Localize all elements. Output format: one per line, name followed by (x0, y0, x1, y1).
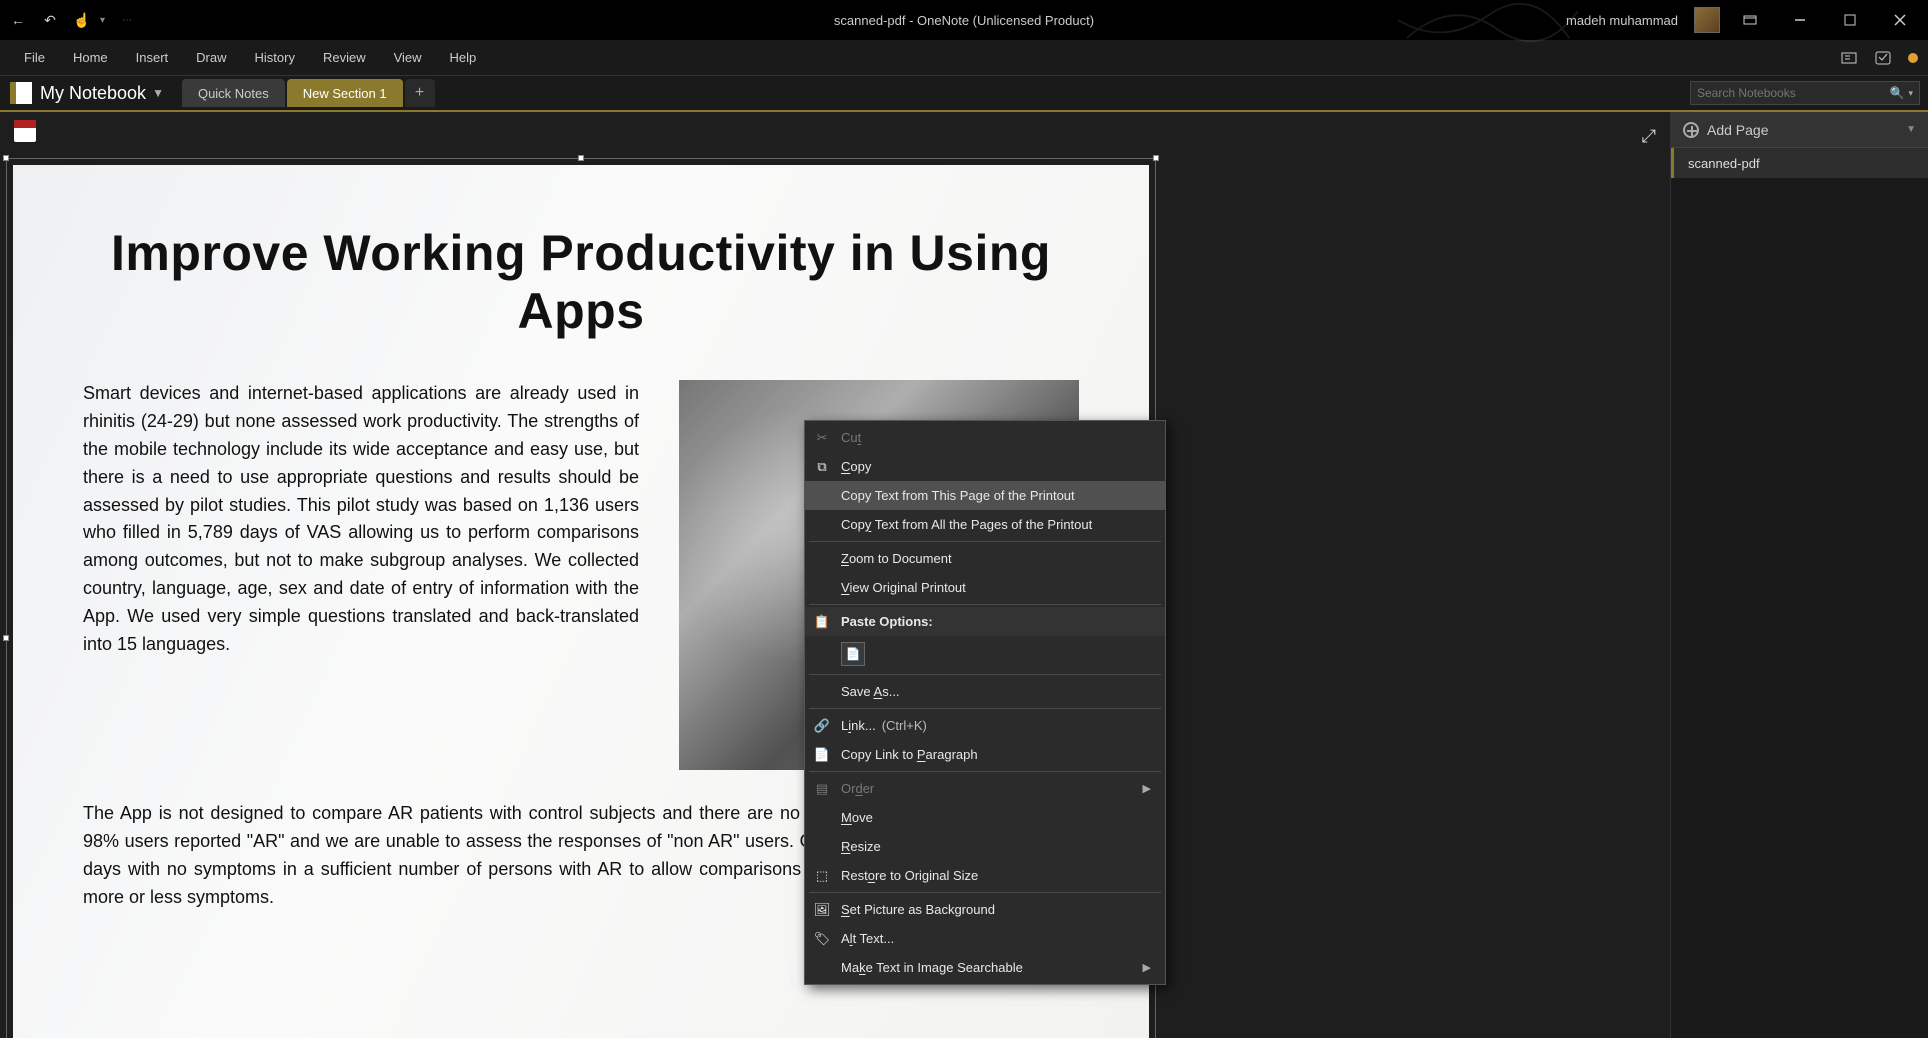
copy-icon: ⧉ (813, 458, 831, 476)
titlebar: ← ↶ ☝ ▾ ⋯ scanned-pdf - OneNote (Unlicen… (0, 0, 1928, 40)
minimize-button[interactable] (1780, 6, 1820, 34)
pdf-attachment-icon[interactable] (14, 120, 36, 142)
ctx-separator (809, 708, 1161, 709)
qat-dropdown-icon[interactable]: ▾ (100, 15, 105, 26)
page-pane: Add Page ▼ scanned-pdf (1670, 112, 1928, 1038)
ribbon-tab-home[interactable]: Home (59, 42, 122, 73)
ctx-set-background[interactable]: 🖼 Set Picture as Background (805, 895, 1165, 924)
ctx-make-searchable[interactable]: Make Text in Image Searchable▶ (805, 953, 1165, 982)
paste-icon: 📋 (813, 613, 831, 631)
submenu-arrow-icon: ▶ (1143, 961, 1151, 974)
link-icon: 🔗 (813, 717, 831, 735)
context-menu: ✂ Cut ⧉ Copy Copy Text from This Page of… (804, 420, 1166, 985)
search-box[interactable]: 🔍 ▾ (1690, 81, 1920, 105)
ctx-order: ▤ Order▶ (805, 774, 1165, 803)
ctx-paste-header: 📋 Paste Options: (805, 607, 1165, 636)
ctx-separator (809, 771, 1161, 772)
doc-heading: Improve Working Productivity in Using Ap… (83, 225, 1079, 340)
alt-text-icon: 🏷 (813, 930, 831, 948)
maximize-button[interactable] (1830, 6, 1870, 34)
resize-handle[interactable] (1153, 155, 1159, 161)
ctx-view-original[interactable]: View Original Printout (805, 573, 1165, 602)
ctx-copy-text-all[interactable]: Copy Text from All the Pages of the Prin… (805, 510, 1165, 539)
qat-overflow-icon[interactable]: ⋯ (117, 10, 137, 30)
touch-mode-button[interactable]: ☝ (72, 10, 92, 30)
add-section-button[interactable]: + (405, 79, 435, 107)
ctx-separator (809, 892, 1161, 893)
paste-keep-formatting-button[interactable]: 📄 (841, 642, 865, 666)
copy-link-icon: 📄 (813, 746, 831, 764)
username-label: madeh muhammad (1566, 13, 1678, 28)
submenu-arrow-icon: ▶ (1143, 782, 1151, 795)
ctx-separator (809, 604, 1161, 605)
ribbon-tab-view[interactable]: View (380, 42, 436, 73)
ribbon-tab-help[interactable]: Help (436, 42, 491, 73)
background-icon: 🖼 (813, 901, 831, 919)
close-button[interactable] (1880, 6, 1920, 34)
undo-button[interactable]: ↶ (40, 10, 60, 30)
page-item-scanned-pdf[interactable]: scanned-pdf (1671, 148, 1928, 178)
resize-handle[interactable] (3, 155, 9, 161)
ribbon-tab-history[interactable]: History (241, 42, 309, 73)
ctx-save-as[interactable]: Save As... (805, 677, 1165, 706)
ribbon-tab-insert[interactable]: Insert (122, 42, 183, 73)
ribbon-tab-file[interactable]: File (10, 42, 59, 73)
ctx-move[interactable]: Move (805, 803, 1165, 832)
window-title: scanned-pdf - OneNote (Unlicensed Produc… (834, 13, 1094, 28)
notebook-bar: My Notebook ▼ Quick Notes New Section 1 … (0, 76, 1928, 112)
search-dropdown-icon[interactable]: ▾ (1908, 88, 1913, 99)
expand-icon[interactable]: ⤢ (1642, 126, 1656, 147)
ctx-copy-text-page[interactable]: Copy Text from This Page of the Printout (805, 481, 1165, 510)
section-tab-quick-notes[interactable]: Quick Notes (182, 79, 285, 107)
ctx-zoom-document[interactable]: Zoom to Document (805, 544, 1165, 573)
send-to-onenote-icon[interactable] (1840, 49, 1858, 67)
back-button[interactable]: ← (8, 10, 28, 30)
ctx-restore-size[interactable]: ⬚ Restore to Original Size (805, 861, 1165, 890)
restore-icon: ⬚ (813, 867, 831, 885)
meeting-notes-icon[interactable] (1874, 49, 1892, 67)
canvas[interactable]: ⤢ Improve Working Productivity in Using … (0, 112, 1670, 1038)
ctx-separator (809, 541, 1161, 542)
ribbon-tab-draw[interactable]: Draw (182, 42, 240, 73)
add-page-icon (1683, 122, 1699, 138)
ctx-link[interactable]: 🔗 Link...(Ctrl+K) (805, 711, 1165, 740)
search-input[interactable] (1697, 86, 1890, 100)
ctx-separator (809, 674, 1161, 675)
notebook-icon (10, 82, 32, 104)
order-icon: ▤ (813, 780, 831, 798)
ctx-copy-link-paragraph[interactable]: 📄 Copy Link to Paragraph (805, 740, 1165, 769)
ctx-resize[interactable]: Resize (805, 832, 1165, 861)
search-icon[interactable]: 🔍 (1890, 86, 1905, 100)
ribbon: File Home Insert Draw History Review Vie… (0, 40, 1928, 76)
ribbon-display-button[interactable] (1730, 6, 1770, 34)
doc-column-text: Smart devices and internet-based applica… (83, 380, 639, 770)
page-item-label: scanned-pdf (1688, 156, 1760, 171)
ctx-copy[interactable]: ⧉ Copy (805, 452, 1165, 481)
resize-handle[interactable] (578, 155, 584, 161)
ctx-cut: ✂ Cut (805, 423, 1165, 452)
add-page-button[interactable]: Add Page ▼ (1671, 112, 1928, 148)
resize-handle[interactable] (3, 635, 9, 641)
section-tab-new-section-1[interactable]: New Section 1 (287, 79, 403, 107)
sync-status-icon[interactable] (1908, 53, 1918, 63)
ribbon-tab-review[interactable]: Review (309, 42, 380, 73)
add-page-label: Add Page (1707, 122, 1769, 138)
user-avatar[interactable] (1694, 7, 1720, 33)
cut-icon: ✂ (813, 429, 831, 447)
ctx-alt-text[interactable]: 🏷 Alt Text... (805, 924, 1165, 953)
notebook-name[interactable]: My Notebook (40, 83, 146, 104)
add-page-dropdown-icon[interactable]: ▼ (1906, 124, 1916, 135)
ctx-paste-options: 📄 (805, 636, 1165, 672)
notebook-dropdown-icon[interactable]: ▼ (152, 86, 164, 100)
